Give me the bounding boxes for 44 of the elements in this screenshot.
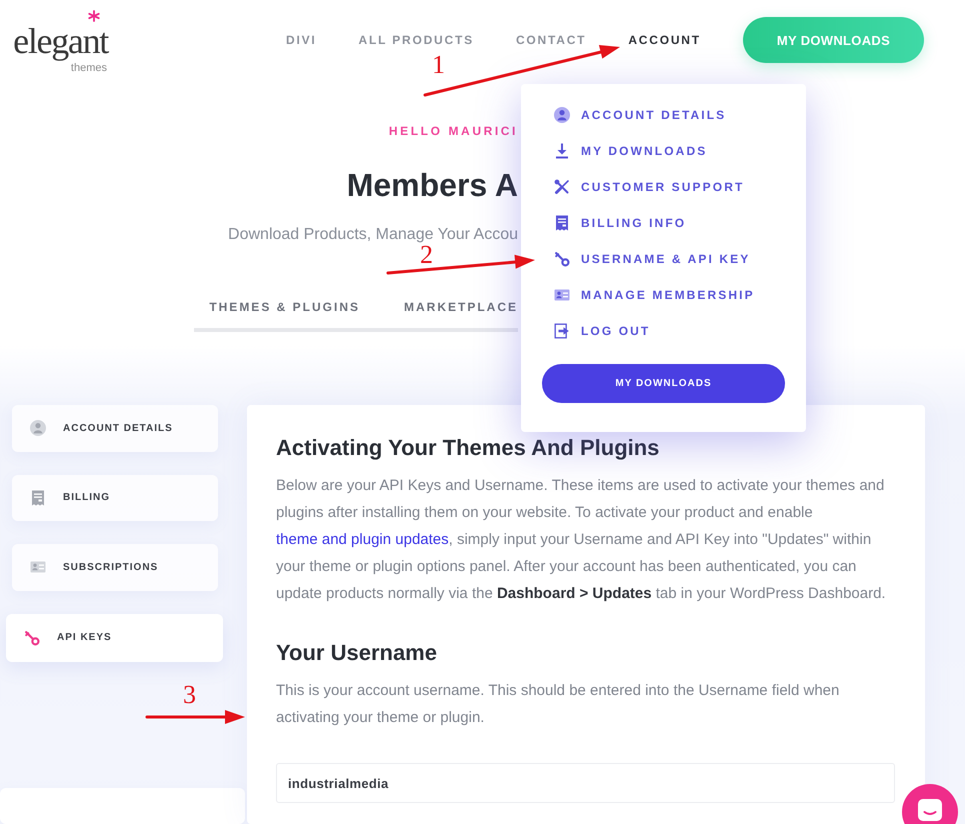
menu-item[interactable]: LOG OUT (554, 313, 806, 349)
sidebar-item[interactable]: API KEYS (6, 614, 223, 662)
logo-wordmark: elegant (13, 21, 110, 62)
menu-item[interactable]: MANAGE MEMBERSHIP (554, 277, 806, 313)
menu-item[interactable]: ACCOUNT DETAILS (554, 97, 806, 133)
section-tab[interactable]: THEMES & PLUGINS (209, 296, 360, 318)
user-icon (554, 107, 570, 123)
menu-item[interactable]: MY DOWNLOADS (554, 133, 806, 169)
tools-icon (554, 179, 570, 195)
annotation-number: 3 (183, 681, 196, 709)
key-icon (24, 630, 40, 646)
download-icon (554, 143, 570, 159)
body-text: Below are your API Keys and Username. These items are used to activate your themes and plugins after installing them on your website. To activate your product and enable theme and plugin updates, simply input your Username and API Key into "Updates" within your theme or plugin options panel. After your account has been authenticated, you can update products normally via the Dashboard > Updates tab in your WordPress Dashboard. (276, 476, 887, 604)
nav-link[interactable]: DIVI (286, 33, 317, 47)
user-icon (30, 420, 46, 436)
downloads-button[interactable]: MY DOWNLOADS (542, 364, 785, 403)
username-field[interactable]: industrialmedia (276, 763, 895, 803)
logout-icon (554, 323, 570, 339)
receipt-icon (554, 215, 570, 231)
section-heading: Your Username (276, 639, 438, 667)
menu-item[interactable]: USERNAME & API KEY (554, 241, 806, 277)
logo-tagline: themes (70, 62, 107, 74)
menu-item[interactable]: BILLING INFO (554, 205, 806, 241)
greeting-text: HELLO MAURICI (388, 123, 518, 139)
sidebar-item[interactable]: BILLING (12, 474, 218, 522)
nav-link[interactable]: ALL PRODUCTS (358, 33, 474, 47)
id-card-icon (554, 287, 570, 303)
sidebar-item[interactable]: ACCOUNT DETAILS (12, 405, 218, 452)
key-icon (554, 251, 570, 267)
annotation-number: 1 (432, 51, 445, 79)
menu-item[interactable]: CUSTOMER SUPPORT (554, 169, 806, 205)
nav-link[interactable]: CONTACT (516, 33, 586, 47)
body-text: This is your account username. This should be entered into the Username field when activating your theme or plugin. (276, 681, 840, 728)
nav-link[interactable]: ACCOUNT (628, 33, 701, 47)
receipt-icon (30, 490, 46, 506)
chat-icon (917, 798, 943, 822)
logo[interactable]: elegant themes (10, 10, 110, 74)
asterisk-icon (88, 10, 100, 22)
id-card-icon (30, 559, 46, 576)
section-tab[interactable]: MARKETPLACE (404, 296, 518, 318)
sidebar-item[interactable]: SUBSCRIPTIONS (12, 544, 218, 591)
page-title: Members A (346, 166, 518, 205)
section-heading: Activating Your Themes And Plugins (276, 434, 660, 462)
text-link[interactable]: theme and plugin updates (276, 531, 449, 548)
